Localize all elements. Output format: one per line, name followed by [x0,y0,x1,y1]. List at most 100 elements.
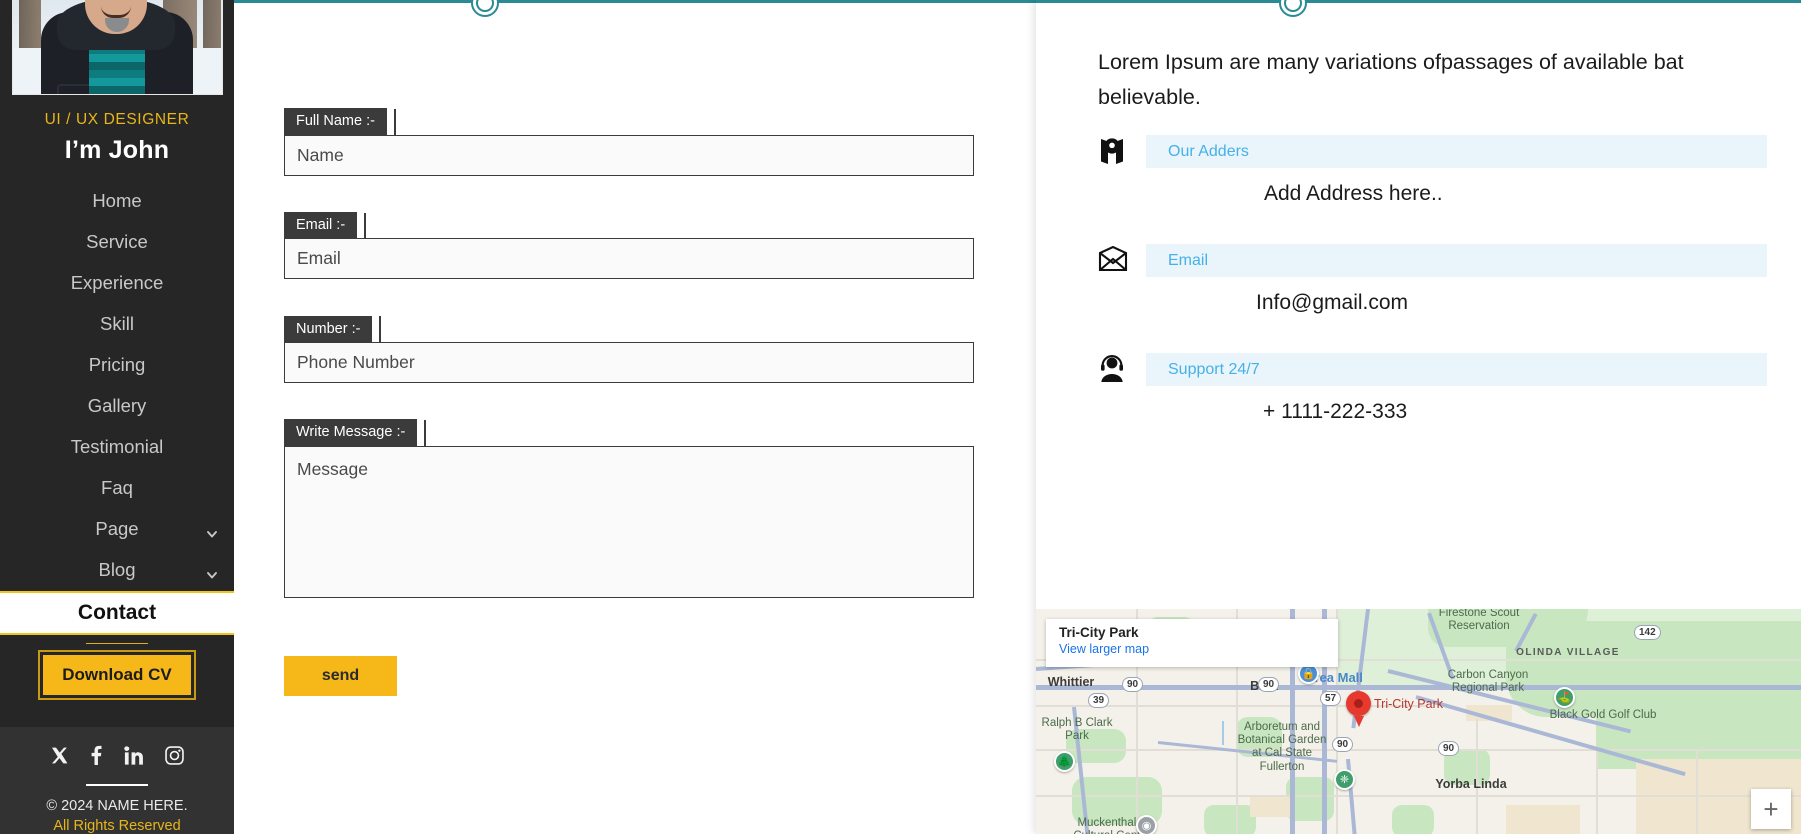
sidebar-item-label: Blog [98,559,136,581]
info-row-email: Email Info@gmail.com [1098,243,1767,315]
sidebar-item-label: Home [92,190,142,212]
map-label: Whittier [1047,675,1095,689]
email-label: Email :- [284,211,358,240]
full-name-input[interactable] [284,134,974,176]
chevron-down-icon [206,564,218,579]
nav-divider [86,642,148,644]
number-label: Number :- [284,315,373,344]
map-label: Ralph B Clark Park [1041,717,1113,743]
envelope-icon [1098,244,1146,272]
map-pin-icon [1098,135,1146,167]
map-label: OLINDA VILLAGE [1516,647,1620,658]
park-poi-icon: 🌲 [1054,751,1075,772]
download-cv-button[interactable]: Download CV [38,650,196,700]
sidebar-item-label: Faq [101,477,133,499]
sidebar-item-label: Skill [100,313,134,335]
sidebar-item-label: Testimonial [70,436,164,458]
address-head: Our Adders [1146,134,1767,168]
label-tick [393,109,396,135]
sidebar-nav: Home Service Experience Skill Pricing Ga… [0,181,234,635]
sidebar-name: I’m John [64,135,170,164]
map-card-title: Tri-City Park [1059,625,1139,640]
highway-shield: 90 [1122,677,1144,692]
sidebar-footer: © 2024 NAME HERE. All Rights Reserved [0,727,234,834]
sidebar-item-blog[interactable]: Blog [0,550,234,591]
sidebar-item-label: Contact [77,600,157,624]
field-email: Email :- [284,211,974,280]
contact-info-panel: Lorem Ipsum are many variations ofpassag… [1036,0,1801,834]
golf-poi-icon: ⛳ [1554,687,1575,708]
sidebar-item-label: Pricing [88,354,146,376]
sidebar-item-testimonial[interactable]: Testimonial [0,427,234,468]
map-label: Yorba Linda [1435,777,1507,791]
support-head: Support 24/7 [1146,353,1767,387]
sidebar-item-gallery[interactable]: Gallery [0,386,234,427]
field-number: Number :- [284,315,974,384]
phone-number-input[interactable] [284,342,974,384]
sidebar-item-label: Service [86,231,148,253]
sidebar-item-contact[interactable]: Contact [0,590,234,635]
intro-text: Lorem Ipsum are many variations ofpassag… [1098,50,1684,109]
contact-page: UI / UX DESIGNER I’m John Home Service E… [0,0,1801,834]
map-label: Firestone Scout Reservation [1438,609,1520,633]
avatar [11,0,223,95]
map-label: Black Gold Golf Club [1549,709,1657,721]
address-value: Add Address here.. [1264,181,1443,205]
museum-poi-icon: ◉ [1136,815,1157,834]
email-head: Email [1146,243,1767,278]
label-tick [364,212,367,239]
headset-support-icon [1098,353,1146,383]
linkedin-icon[interactable] [124,745,144,770]
contact-info-list: Our Adders Add Address here.. Email Info… [1036,115,1801,425]
label-tick [379,316,382,343]
sidebar-item-home[interactable]: Home [0,181,234,222]
sidebar-item-service[interactable]: Service [0,222,234,263]
label-tick [424,420,427,447]
info-row-address: Our Adders Add Address here.. [1098,134,1767,206]
sidebar-item-label: Page [95,518,139,540]
sidebar-item-pricing[interactable]: Pricing [0,345,234,386]
email-value: Info@gmail.com [1256,291,1409,315]
sidebar-role: UI / UX DESIGNER [44,110,190,128]
support-value: + 1111-222-333 [1263,400,1408,424]
footer-divider [86,784,148,786]
copyright-text: © 2024 NAME HERE. [46,798,188,814]
highway-shield: 57 [1320,691,1342,706]
map-embed[interactable]: Whittier Brea Yorba Linda Brea Mall Fire… [1036,609,1801,834]
highway-shield: 90 [1258,677,1280,692]
sidebar-item-label: Experience [70,272,164,294]
sidebar-item-label: Gallery [87,395,147,417]
social-links [50,745,184,770]
highway-shield: 90 [1332,737,1354,752]
map-label: Carbon Canyon Regional Park [1447,669,1529,695]
info-row-support: Support 24/7 + 1111-222-333 [1098,353,1767,424]
send-button[interactable]: send [284,655,397,696]
sidebar: UI / UX DESIGNER I’m John Home Service E… [0,0,234,834]
highway-shield: 39 [1088,693,1110,708]
rights-text: All Rights Reserved [53,818,181,834]
location-pin-icon [1346,691,1371,727]
map-zoom-in-button[interactable]: + [1751,789,1791,829]
write-message-label: Write Message :- [284,419,418,447]
message-textarea[interactable] [284,445,974,598]
sidebar-item-page[interactable]: Page [0,509,234,550]
sidebar-item-faq[interactable]: Faq [0,468,234,509]
highway-shield: 142 [1634,625,1661,640]
full-name-label: Full Name :- [284,108,387,136]
chevron-down-icon [206,523,218,538]
highway-shield: 90 [1438,741,1460,756]
contact-form: Full Name :- Email :- Number :- Write Me… [284,3,974,696]
view-larger-map-link[interactable]: View larger map [1059,642,1325,656]
field-message: Write Message :- [284,419,974,598]
email-input[interactable] [284,238,974,280]
field-full-name: Full Name :- [284,108,974,176]
map-label: Arboretum and Botanical Garden at Cal St… [1237,721,1327,773]
garden-poi-icon: ❈ [1334,769,1355,790]
facebook-icon[interactable] [90,745,103,770]
sidebar-item-skill[interactable]: Skill [0,304,234,345]
map-info-card[interactable]: Tri-City Park View larger map [1046,619,1338,667]
sidebar-item-experience[interactable]: Experience [0,263,234,304]
map-pin-label: Tri-City Park [1374,697,1443,711]
x-icon[interactable] [50,746,69,770]
instagram-icon[interactable] [165,745,184,770]
